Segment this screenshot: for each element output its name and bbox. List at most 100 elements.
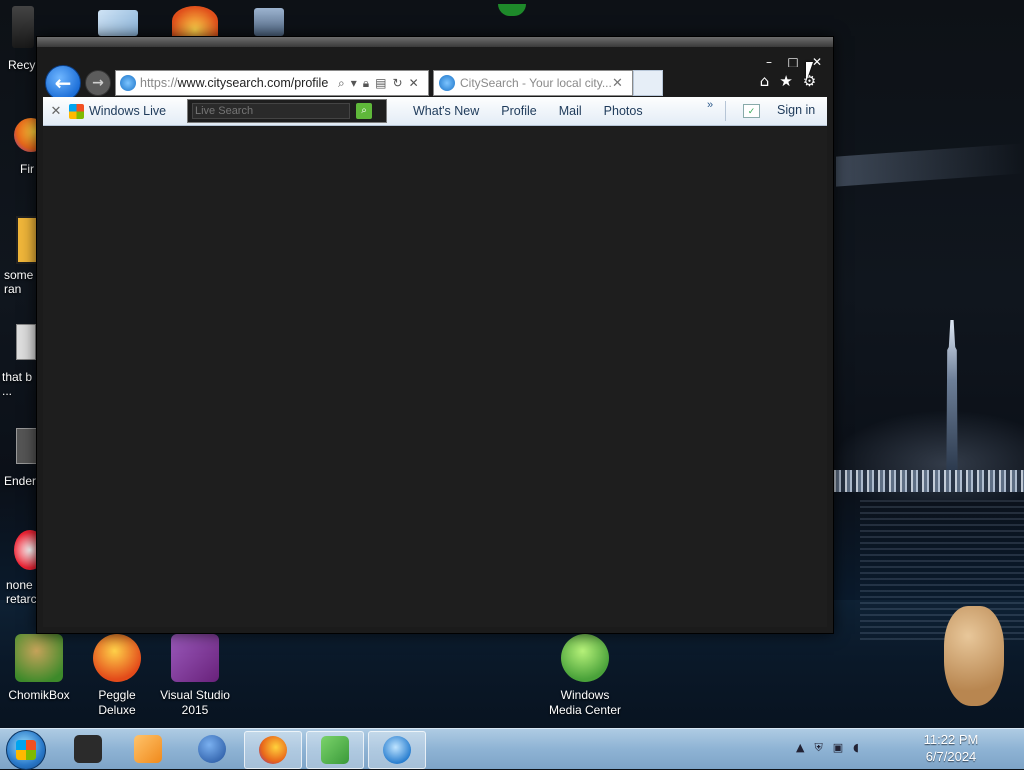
taskbar-clock[interactable]: 11:22 PM 6/7/2024	[896, 731, 1006, 765]
desktop-icon-recycle-bin[interactable]: Recy	[8, 6, 36, 76]
desktop-icon-none-retard[interactable]: none retarc	[6, 530, 46, 608]
desktop-icon-label: none retarc	[6, 578, 37, 606]
browser-window: – □ ✕ ← → https://www.citysearch.com/pro…	[36, 36, 834, 634]
chomikbox-icon	[15, 634, 63, 682]
compat-view-icon[interactable]: ▤	[375, 76, 386, 91]
taskbar: ▲ ⛨ ▣ ◖ 11:22 PM 6/7/2024	[0, 728, 1024, 770]
tray-expand-icon[interactable]: ▲	[796, 741, 804, 755]
browser-right-tools: ⌂ ★ ⚙	[747, 67, 829, 95]
tab-close-icon[interactable]: ✕	[612, 75, 623, 91]
refresh-icon[interactable]: ↻	[393, 76, 403, 91]
address-url[interactable]: https://www.citysearch.com/profile	[140, 76, 334, 90]
taskbar-live-messenger[interactable]	[306, 731, 364, 769]
windows-start-icon	[16, 740, 36, 760]
desktop-icon-label: Windows Media Center	[548, 688, 622, 717]
link-whats-new[interactable]: What's New	[413, 104, 479, 118]
taskbar-internet-explorer[interactable]	[368, 731, 426, 769]
live-search-input[interactable]	[192, 103, 350, 119]
favorites-icon[interactable]: ★	[779, 72, 792, 90]
tab-title: CitySearch - Your local city...	[460, 76, 612, 90]
windows-live-logo[interactable]: Windows Live	[69, 103, 181, 119]
desktop-icon-some-ran[interactable]: some ran	[4, 216, 40, 300]
start-button[interactable]	[6, 730, 46, 770]
ie-tab-icon	[439, 75, 455, 91]
taskbar-network-globe[interactable]	[184, 731, 240, 767]
search-icon[interactable]: ⌕	[338, 76, 345, 91]
clock-time: 11:22 PM	[923, 732, 979, 747]
link-photos[interactable]: Photos	[604, 104, 643, 118]
live-search-box: ⌕	[187, 99, 387, 123]
new-tab-button[interactable]	[633, 70, 663, 96]
more-chevron-icon[interactable]: »	[707, 99, 713, 111]
desktop-icon-windows-media-center[interactable]: Windows Media Center	[548, 634, 622, 718]
hamster-image	[944, 606, 1004, 706]
checkmark-icon[interactable]: ✓	[743, 104, 760, 118]
desktop-icon-label: Peggle Deluxe	[98, 688, 136, 717]
toolbar-close-icon[interactable]: ✕	[43, 103, 69, 119]
taskbar-media-player[interactable]	[120, 731, 176, 767]
desktop-icon-peggle-deluxe[interactable]: Peggle Deluxe	[80, 634, 154, 718]
home-icon[interactable]: ⌂	[760, 72, 770, 90]
security-shield-icon[interactable]: ⛨	[814, 741, 822, 755]
link-mail[interactable]: Mail	[559, 104, 582, 118]
desktop-icon-label: Visual Studio 2015	[160, 688, 230, 717]
visual-studio-icon	[171, 634, 219, 682]
desktop-icon-label: some ran	[4, 268, 34, 296]
forward-button[interactable]: →	[85, 70, 111, 96]
sky-streak	[836, 143, 1024, 187]
forward-arrow-icon: →	[92, 75, 104, 91]
desktop-icon-label: Recy	[8, 58, 36, 72]
desktop-icon-that-b[interactable]: that b ...	[2, 324, 36, 398]
windows-live-toolbar: ✕ Windows Live ⌕ What's New Profile Mail…	[43, 97, 827, 126]
desktop-icon-top-peggle[interactable]	[172, 6, 218, 36]
window-titlebar[interactable]	[37, 37, 833, 47]
network-icon[interactable]: ▣	[833, 741, 843, 755]
page-content-area[interactable]	[43, 127, 827, 627]
link-profile[interactable]: Profile	[501, 104, 536, 118]
document-icon	[16, 324, 36, 360]
url-rest: www.citysearch.com/profile	[177, 76, 329, 90]
ie-page-icon	[120, 75, 136, 91]
desktop-icon-ender[interactable]: Ender	[4, 428, 38, 488]
taskbar-explorer[interactable]	[60, 731, 116, 767]
desktop-icon-label: ChomikBox	[8, 688, 70, 702]
search-go-icon[interactable]: ⌕	[356, 103, 372, 119]
url-protocol: https://	[140, 76, 178, 90]
explorer-icon	[74, 735, 102, 763]
desktop-icon-chomikbox[interactable]: ChomikBox	[2, 634, 76, 703]
stop-icon[interactable]: ✕	[409, 76, 419, 91]
desktop-icon-top-box[interactable]	[254, 8, 284, 36]
desktop-icon-visual-studio-2015[interactable]: Visual Studio 2015	[158, 634, 232, 718]
application-icon	[16, 428, 38, 464]
toolbar-divider	[725, 101, 726, 121]
lock-icon[interactable]: 🔒︎	[363, 76, 369, 91]
media-player-icon	[134, 735, 162, 763]
taskbar-firefox[interactable]	[244, 731, 302, 769]
water-reflection	[860, 500, 1024, 640]
firefox-icon	[259, 736, 287, 764]
dropdown-icon[interactable]: ▾	[351, 76, 357, 91]
globe-icon	[198, 735, 226, 763]
desktop-icon-top-mail[interactable]	[98, 10, 138, 36]
sign-in-link[interactable]: Sign in	[777, 103, 815, 117]
back-arrow-icon: ←	[54, 71, 72, 95]
desktop-icon-label: Ender	[4, 474, 37, 488]
internet-explorer-icon	[383, 736, 411, 764]
back-button[interactable]: ←	[45, 65, 81, 101]
volume-icon[interactable]: ◖	[853, 741, 859, 755]
address-bar[interactable]: https://www.citysearch.com/profile ⌕ ▾ 🔒…	[115, 70, 429, 96]
city-lights	[834, 470, 1024, 492]
windows-live-label: Windows Live	[89, 104, 167, 118]
peggle-icon	[93, 634, 141, 682]
desktop-icon-firefox[interactable]: Fir	[14, 118, 48, 180]
windows-flag-icon	[69, 103, 84, 119]
clock-date: 6/7/2024	[925, 749, 977, 764]
mouse-cursor-icon	[806, 62, 813, 82]
toolbar-links: What's New Profile Mail Photos	[413, 104, 665, 118]
address-tools: ⌕ ▾ 🔒︎ ▤ ↻ ✕	[338, 76, 419, 91]
recycle-bin-icon	[12, 6, 34, 48]
system-tray: ▲ ⛨ ▣ ◖	[796, 741, 859, 755]
tab-citysearch[interactable]: CitySearch - Your local city... ✕	[433, 70, 633, 96]
desktop-icon-label: Fir	[20, 162, 34, 176]
messenger-icon	[321, 736, 349, 764]
